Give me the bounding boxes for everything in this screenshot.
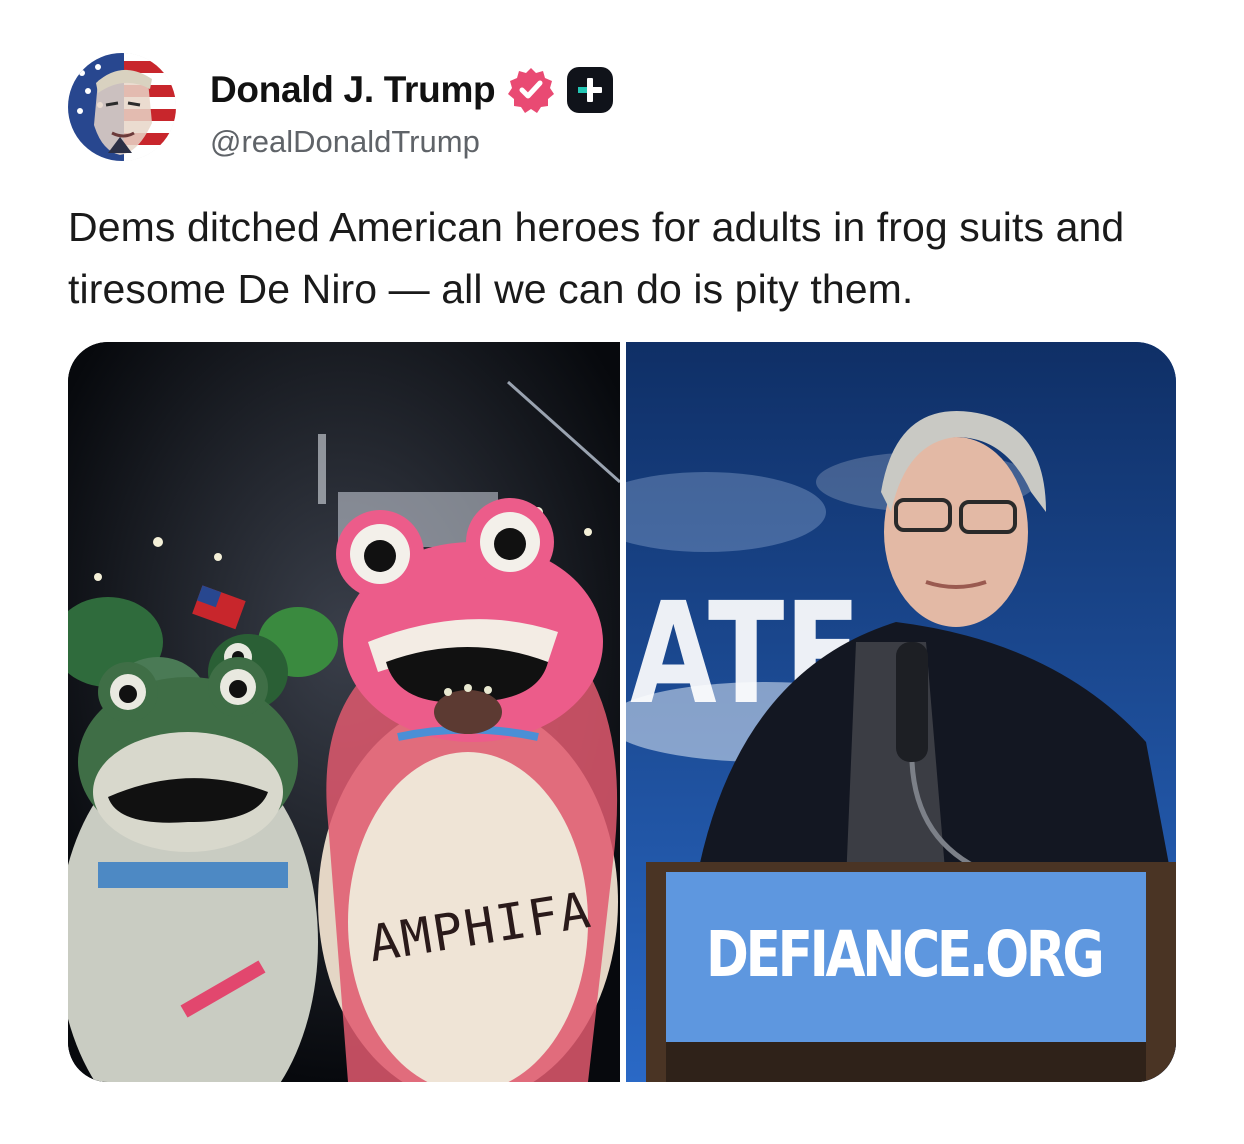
photo-frog-costumes[interactable]: AMPHIFA bbox=[68, 342, 620, 1082]
podium-sign-text: DEFIANCE.ORG bbox=[706, 918, 1105, 991]
avatar-portrait-icon bbox=[68, 53, 176, 161]
author-name[interactable]: Donald J. Trump bbox=[210, 69, 496, 111]
post-card: Donald J. Trump @realDonaldTrump Dems di… bbox=[0, 0, 1244, 1144]
plus-badge-icon[interactable] bbox=[567, 67, 614, 113]
author-handle[interactable]: @realDonaldTrump bbox=[210, 124, 480, 160]
author-row: Donald J. Trump bbox=[210, 66, 614, 114]
verified-badge-icon bbox=[507, 66, 555, 114]
post-text: Dems ditched American heroes for adults … bbox=[68, 204, 1125, 312]
avatar[interactable] bbox=[68, 53, 176, 161]
post-media[interactable]: AMPHIFA ATE DEFIANCE.ORG bbox=[68, 342, 1176, 1082]
photo-speaker-podium[interactable]: ATE DEFIANCE.ORG bbox=[626, 342, 1176, 1082]
